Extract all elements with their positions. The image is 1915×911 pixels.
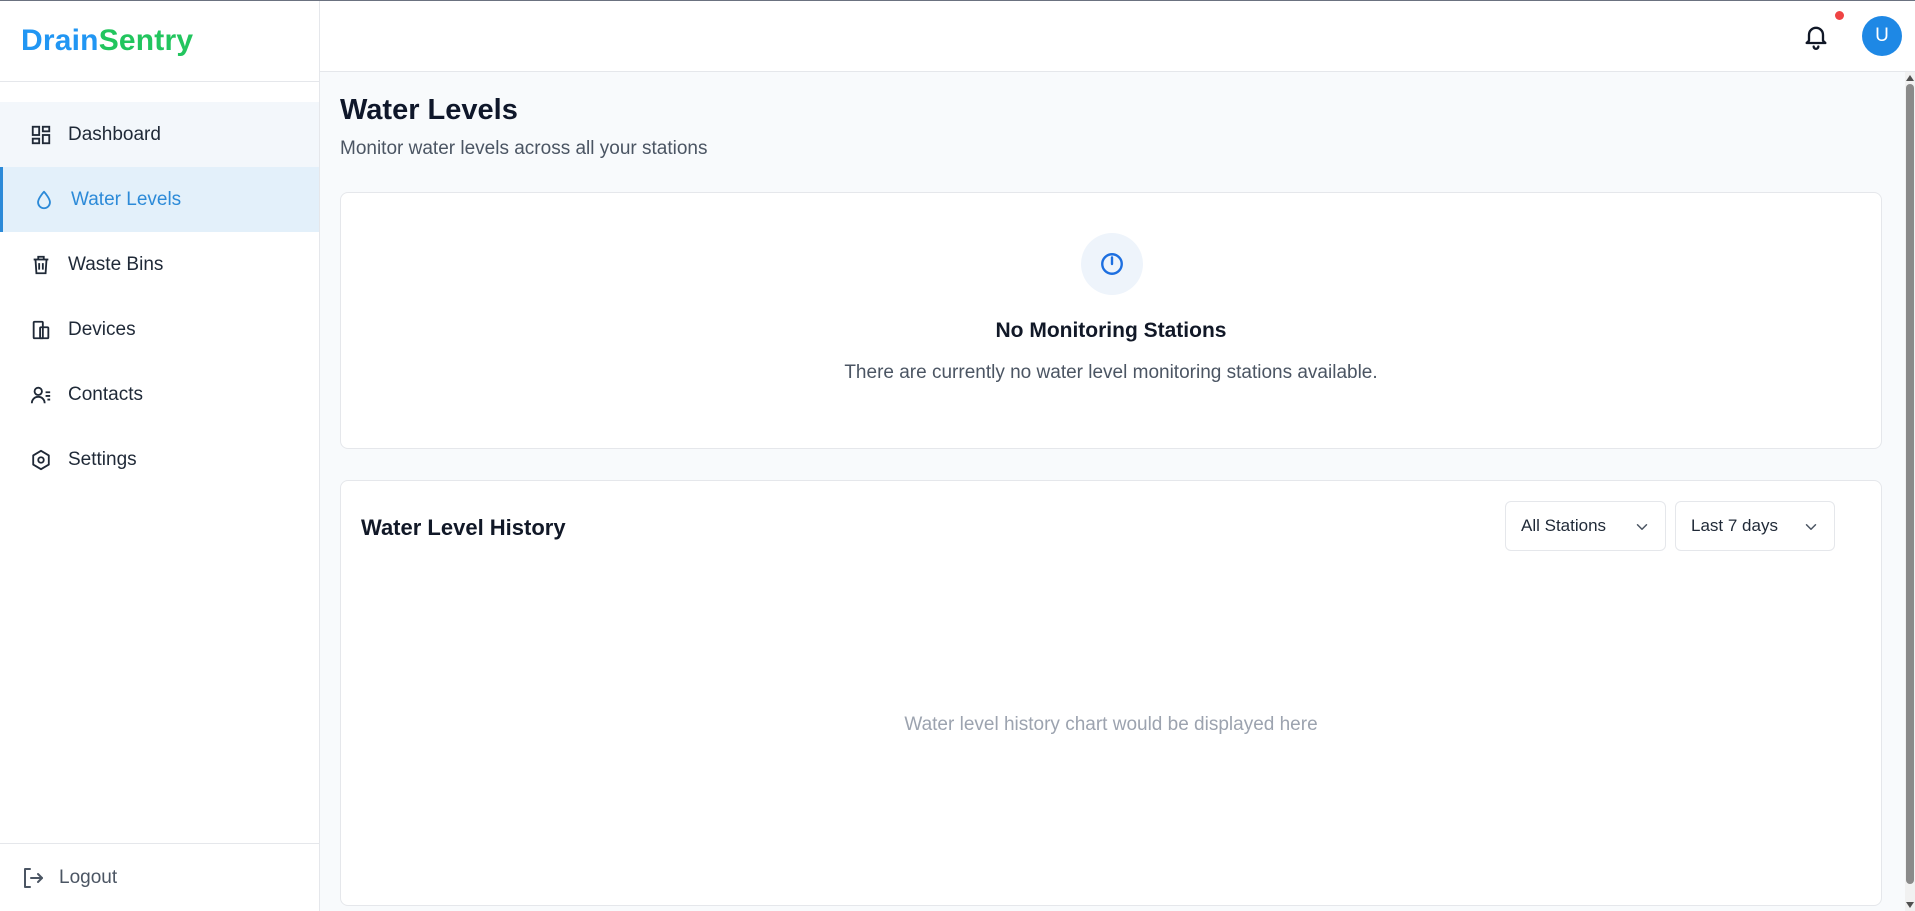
devices-icon bbox=[30, 319, 52, 341]
sidebar-item-label: Devices bbox=[68, 318, 136, 340]
notification-badge bbox=[1835, 11, 1844, 20]
sidebar-item-label: Contacts bbox=[68, 383, 143, 405]
page-subtitle: Monitor water levels across all your sta… bbox=[340, 138, 708, 159]
sidebar-item-label: Dashboard bbox=[68, 123, 161, 145]
sidebar-item-label: Waste Bins bbox=[68, 253, 164, 275]
sidebar-item-dashboard[interactable]: Dashboard bbox=[0, 102, 319, 167]
contacts-icon bbox=[30, 384, 52, 406]
scroll-up-arrow-icon[interactable] bbox=[1906, 75, 1914, 81]
brand-name-part1: Drain bbox=[21, 23, 99, 57]
station-filter-value: All Stations bbox=[1521, 516, 1607, 535]
vertical-scrollbar[interactable] bbox=[1905, 72, 1915, 911]
station-filter-select[interactable]: All Stations bbox=[1505, 501, 1666, 551]
sidebar-item-contacts[interactable]: Contacts bbox=[0, 362, 319, 427]
sidebar-item-devices[interactable]: Devices bbox=[0, 297, 319, 362]
date-range-select[interactable]: Last 7 days bbox=[1675, 501, 1835, 551]
dashboard-icon bbox=[30, 124, 52, 146]
user-avatar[interactable]: U bbox=[1862, 16, 1902, 56]
sidebar: Drain Sentry Dashboard Water Levels Waste… bbox=[0, 0, 320, 911]
chevron-down-icon bbox=[1805, 524, 1817, 530]
history-title: Water Level History bbox=[361, 515, 566, 540]
power-icon bbox=[1081, 233, 1143, 295]
chevron-down-icon bbox=[1636, 524, 1648, 530]
logout-button[interactable]: Logout bbox=[0, 843, 319, 911]
brand-logo[interactable]: Drain Sentry bbox=[0, 0, 319, 82]
scroll-thumb[interactable] bbox=[1906, 84, 1914, 884]
empty-state-description: There are currently no water level monit… bbox=[844, 362, 1378, 383]
notifications-bell-icon[interactable] bbox=[1802, 22, 1830, 50]
empty-state-card: No Monitoring Stations There are current… bbox=[340, 192, 1882, 449]
sidebar-item-water-levels[interactable]: Water Levels bbox=[0, 167, 319, 232]
top-header: U bbox=[320, 0, 1915, 72]
logout-label: Logout bbox=[59, 866, 118, 888]
empty-state-title: No Monitoring Stations bbox=[995, 319, 1227, 342]
sidebar-item-label: Water Levels bbox=[71, 188, 182, 210]
settings-icon bbox=[30, 449, 52, 471]
page-title: Water Levels bbox=[340, 94, 518, 126]
scroll-down-arrow-icon[interactable] bbox=[1906, 902, 1914, 908]
trash-bin-icon bbox=[30, 254, 52, 276]
chart-placeholder-text: Water level history chart would be displ… bbox=[904, 714, 1318, 735]
sidebar-item-waste-bins[interactable]: Waste Bins bbox=[0, 232, 319, 297]
water-drop-icon bbox=[33, 189, 55, 211]
brand-name-part2: Sentry bbox=[98, 23, 194, 57]
main-content: Water Levels Monitor water levels across… bbox=[320, 72, 1905, 911]
logout-icon bbox=[21, 866, 45, 890]
window-top-border bbox=[0, 0, 1915, 1]
water-level-history-card: Water Level History All Stations Last 7 … bbox=[340, 480, 1882, 906]
date-range-value: Last 7 days bbox=[1691, 516, 1778, 535]
sidebar-nav: Dashboard Water Levels Waste Bins Device… bbox=[0, 82, 319, 492]
sidebar-item-settings[interactable]: Settings bbox=[0, 427, 319, 492]
sidebar-item-label: Settings bbox=[68, 448, 137, 470]
